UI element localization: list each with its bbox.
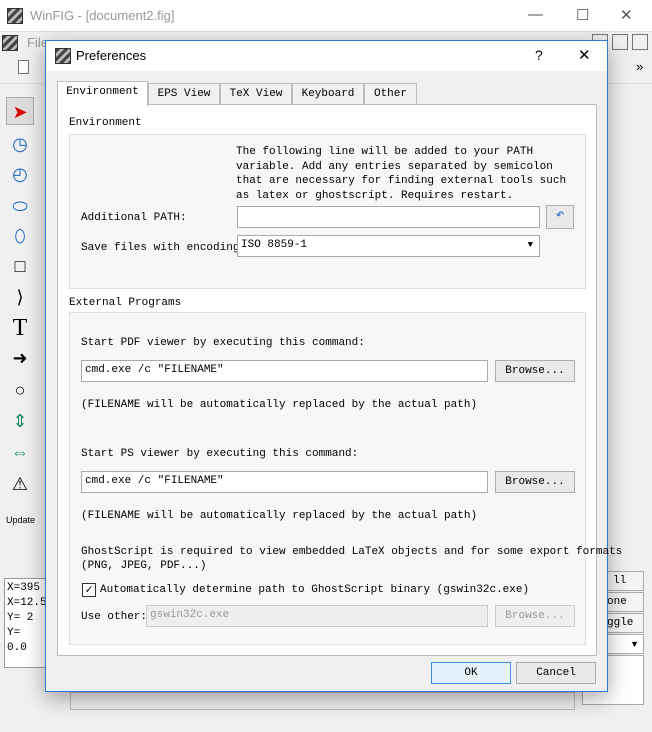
ps-browse-button[interactable]: Browse... (495, 471, 575, 493)
readout-line: X=395 (7, 582, 41, 594)
chevron-down-icon: ▼ (527, 240, 533, 250)
coordinate-readout: X=395 X=12.5 Y= 2 Y= 0.0 (4, 578, 47, 668)
undo-path-button[interactable]: ↶ (546, 205, 574, 229)
external-programs-heading: External Programs (69, 297, 182, 309)
tab-other[interactable]: Other (364, 83, 417, 105)
encoding-select[interactable]: ISO 8859-1 ▼ (237, 235, 540, 257)
environment-group: The following line will be added to your… (69, 134, 586, 289)
help-button[interactable]: ? (535, 47, 543, 63)
auto-ghostscript-label: Automatically determine path to GhostScr… (100, 584, 530, 596)
pdf-filename-note: (FILENAME will be automatically replaced… (81, 399, 478, 411)
use-other-label: Use other: (81, 611, 148, 623)
ok-button[interactable]: OK (431, 662, 511, 684)
pdf-browse-button[interactable]: Browse... (495, 360, 575, 382)
winfig-logo-icon (7, 8, 23, 24)
ellipse-tool-icon[interactable]: ⬭ (6, 192, 34, 220)
cancel-button[interactable]: Cancel (516, 662, 596, 684)
external-programs-group: Start PDF viewer by executing this comma… (69, 312, 622, 645)
winfig-logo-icon (55, 48, 71, 64)
readout-line: X=12.5 (7, 597, 47, 609)
select-tool-icon[interactable]: ➤ (6, 97, 34, 125)
tab-eps-view[interactable]: EPS View (148, 83, 220, 105)
checkmark-icon: ✓ (85, 583, 93, 597)
readout-line: Y= 0.0 (7, 627, 27, 654)
info-line: GhostScript is required to view embedded… (81, 546, 623, 558)
dialog-title-bar: Preferences ? ✕ (46, 41, 607, 71)
minimize-button[interactable]: — (528, 6, 543, 23)
undo-icon: ↶ (555, 207, 565, 224)
horizontal-scrollbar[interactable] (70, 692, 575, 710)
tab-environment[interactable]: Environment (57, 81, 148, 106)
main-window-title: WinFIG - [document2.fig] (30, 8, 175, 23)
main-title-bar: WinFIG - [document2.fig] — ☐ ✕ (0, 0, 652, 32)
pdf-viewer-input[interactable]: cmd.exe /c "FILENAME" (81, 360, 488, 382)
info-line: (PNG, JPEG, PDF...) (81, 560, 207, 572)
maximize-button[interactable]: ☐ (576, 6, 589, 24)
auto-ghostscript-checkbox[interactable]: ✓ (82, 583, 96, 597)
rectangle-tool-icon[interactable]: □ (6, 252, 34, 280)
text-tool-icon[interactable]: T (6, 314, 34, 342)
encoding-value: ISO 8859-1 (241, 239, 308, 251)
circle-tool-icon[interactable]: ◷ (6, 130, 34, 158)
ghostscript-info: GhostScript is required to view embedded… (81, 545, 622, 573)
tab-keyboard[interactable]: Keyboard (292, 83, 364, 105)
info-line: as latex or ghostscript. Requires restar… (236, 189, 514, 202)
preferences-dialog: Preferences ? ✕ Environment EPS View TeX… (45, 40, 622, 692)
pdf-viewer-label: Start PDF viewer by executing this comma… (81, 337, 365, 349)
tab-panel: Environment The following line will be a… (57, 104, 622, 656)
ellipse-tool-2-icon[interactable]: ⬯ (6, 222, 34, 250)
path-label: Additional PATH: (81, 212, 187, 224)
dialog-close-button[interactable]: ✕ (578, 46, 591, 64)
doc-icon (2, 35, 18, 51)
polyline-tool-icon[interactable]: ⟩ (6, 283, 34, 311)
ps-viewer-input[interactable]: cmd.exe /c "FILENAME" (81, 471, 488, 493)
path-info: The following line will be added to your… (236, 145, 566, 203)
info-line: variable. Add any entries separated by s… (236, 160, 553, 173)
update-button[interactable]: Update (6, 515, 35, 525)
arc-tool-icon[interactable]: ○ (6, 376, 34, 404)
move-horizontal-icon[interactable]: ⇔ (6, 438, 34, 466)
gs-browse-button[interactable]: Browse... (495, 605, 575, 627)
info-line: The following line will be added to your… (236, 146, 534, 158)
mdi-close-button[interactable] (632, 34, 648, 50)
readout-line: Y= 2 (7, 612, 34, 624)
arrow-tool-icon[interactable]: ➜ (6, 344, 34, 372)
use-other-input[interactable]: gswin32c.exe (146, 605, 488, 627)
mdi-restore-button[interactable] (612, 34, 628, 50)
move-vertical-icon[interactable]: ⇕ (6, 407, 34, 435)
toolbar-overflow-button[interactable]: » (636, 59, 643, 74)
tab-tex-view[interactable]: TeX View (220, 83, 292, 105)
main-close-button[interactable]: ✕ (620, 6, 633, 24)
new-file-icon[interactable] (18, 60, 29, 74)
additional-path-input[interactable] (237, 206, 540, 228)
encoding-label: Save files with encoding: (81, 242, 247, 254)
circle-tool-2-icon[interactable]: ◴ (6, 160, 34, 188)
ps-viewer-label: Start PS viewer by executing this comman… (81, 448, 359, 460)
dialog-title: Preferences (76, 48, 147, 63)
ps-filename-note: (FILENAME will be automatically replaced… (81, 510, 478, 522)
info-line: that are necessary for finding external … (236, 175, 567, 187)
environment-heading: Environment (69, 117, 142, 129)
warning-tool-icon[interactable]: ⚠ (6, 470, 34, 498)
